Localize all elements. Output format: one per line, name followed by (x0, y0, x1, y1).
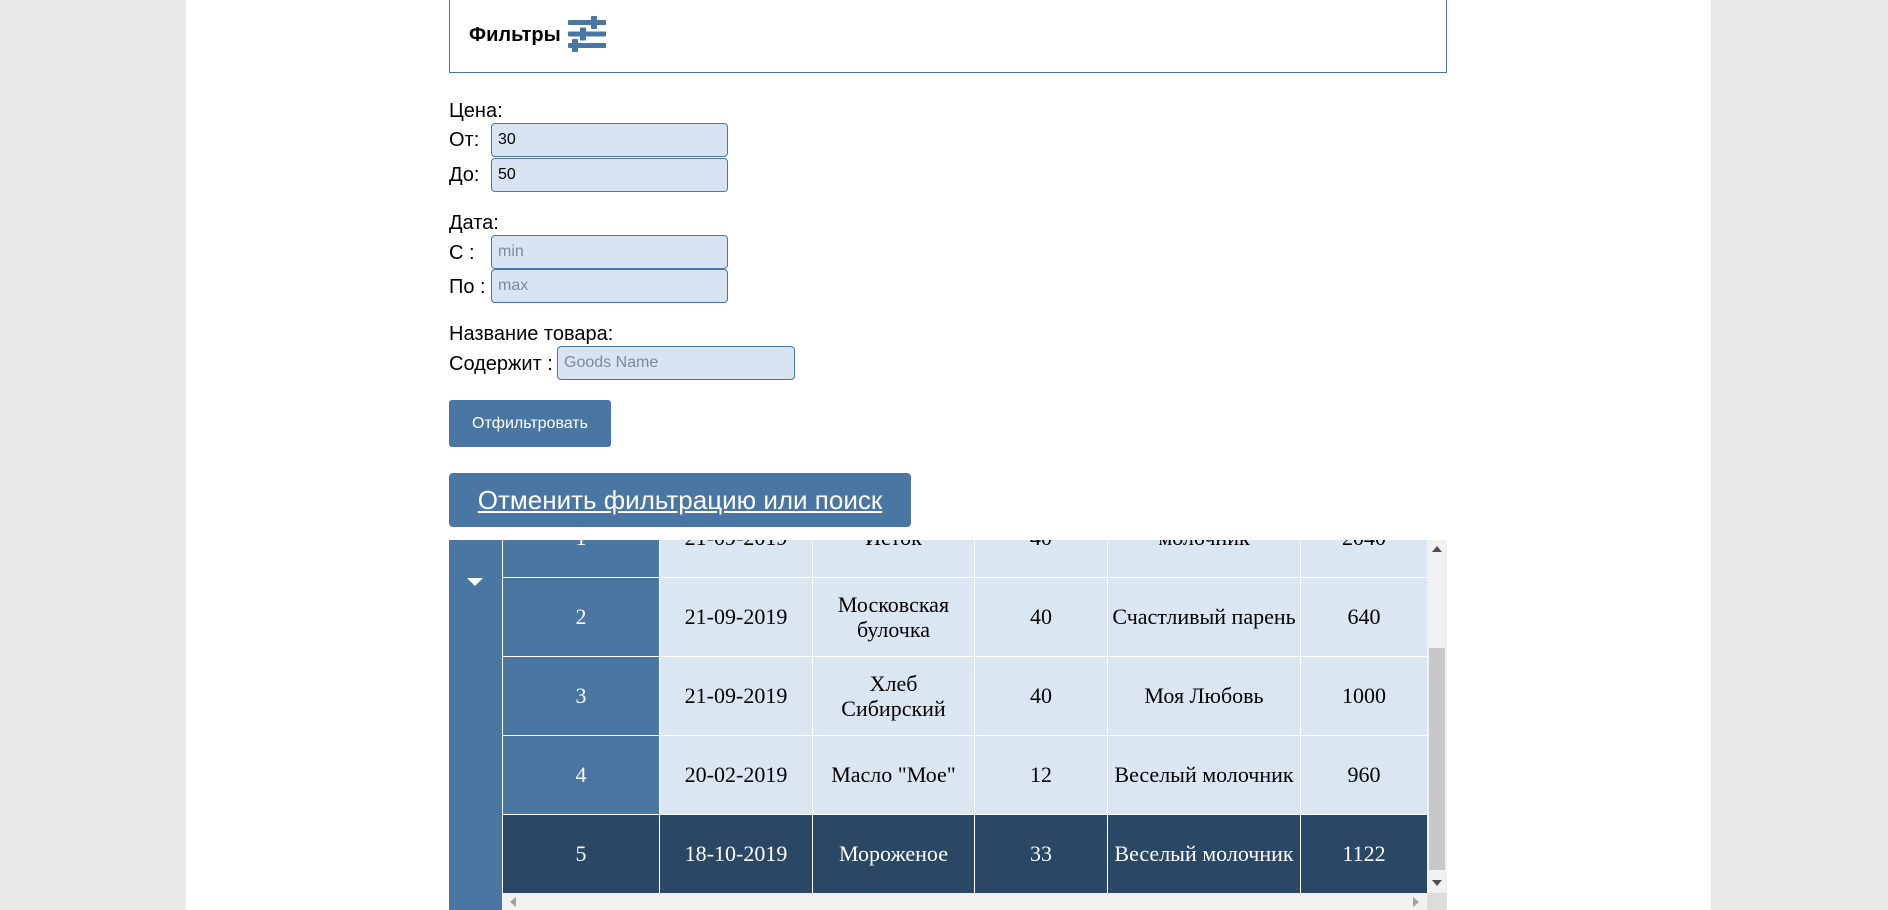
seller-cell: Моя Любовь (1107, 656, 1301, 736)
price-from-input[interactable] (491, 123, 728, 157)
total-cell: 2040 (1300, 540, 1428, 578)
cancel-filter-button[interactable]: Отменить фильтрацию или поиск (449, 473, 911, 527)
scrollbar-corner (1427, 893, 1447, 910)
date-cell: 21-09-2019 (659, 656, 813, 736)
price-cell: 12 (974, 735, 1108, 815)
date-from-input[interactable] (491, 235, 728, 269)
table-row-selected[interactable]: 5 18-10-2019 Мороженое 33 Веселый молочн… (502, 814, 1428, 894)
vertical-scrollbar[interactable] (1427, 540, 1447, 893)
seller-cell: Счастливый парень (1107, 577, 1301, 657)
filters-title: Фильтры (469, 24, 561, 46)
price-cell: 33 (974, 814, 1108, 894)
total-cell: 1122 (1300, 814, 1428, 894)
scroll-down-arrow-icon[interactable] (1432, 880, 1442, 886)
price-cell: 40 (974, 540, 1108, 578)
goods-section-label: Название товара: (449, 323, 614, 345)
row-number-cell: 3 (502, 656, 660, 736)
total-cell: 640 (1300, 577, 1428, 657)
filter-button[interactable]: Отфильтровать (449, 400, 611, 447)
goods-name-cell: Хлеб Сибирский (812, 656, 975, 736)
scroll-left-arrow-icon[interactable] (510, 897, 516, 907)
seller-cell: молочник (1107, 540, 1301, 578)
table-row[interactable]: 2 21-09-2019 Московская булочка 40 Счаст… (502, 577, 1428, 657)
date-section-label: Дата: (449, 212, 499, 234)
table-row[interactable]: 3 21-09-2019 Хлеб Сибирский 40 Моя Любов… (502, 656, 1428, 736)
price-section-label: Цена: (449, 100, 503, 122)
date-cell: 18-10-2019 (659, 814, 813, 894)
price-from-label: От: (449, 129, 480, 151)
date-cell: 20-02-2019 (659, 735, 813, 815)
price-to-label: До: (449, 164, 480, 186)
row-number-cell: 5 (502, 814, 660, 894)
goods-name-cell: Московская булочка (812, 577, 975, 657)
date-from-label: С : (449, 242, 475, 264)
price-to-input[interactable] (491, 158, 728, 192)
price-cell: 40 (974, 577, 1108, 657)
seller-cell: Веселый молочник (1107, 814, 1301, 894)
price-cell: 40 (974, 656, 1108, 736)
row-number-cell: 4 (502, 735, 660, 815)
table-row[interactable]: 4 20-02-2019 Масло "Мое" 12 Веселый моло… (502, 735, 1428, 815)
vertical-scrollbar-thumb[interactable] (1429, 648, 1445, 870)
row-header-column (449, 540, 502, 910)
sliders-icon[interactable] (568, 16, 608, 57)
cancel-filter-link[interactable]: Отменить фильтрацию или поиск (478, 485, 882, 516)
date-cell: 21-09-2019 (659, 540, 813, 578)
goods-contains-label: Содержит : (449, 353, 553, 375)
total-cell: 960 (1300, 735, 1428, 815)
total-cell: 1000 (1300, 656, 1428, 736)
goods-table: 1 21-09-2019 Исток 40 молочник 2040 2 21… (502, 540, 1428, 894)
horizontal-scrollbar[interactable] (502, 893, 1427, 910)
goods-table-container: 1 21-09-2019 Исток 40 молочник 2040 2 21… (449, 540, 1447, 910)
row-number-cell: 1 (502, 540, 660, 578)
goods-name-cell: Исток (812, 540, 975, 578)
date-cell: 21-09-2019 (659, 577, 813, 657)
date-to-label: По : (449, 276, 486, 298)
table-row[interactable]: 1 21-09-2019 Исток 40 молочник 2040 (502, 540, 1428, 578)
goods-name-cell: Масло "Мое" (812, 735, 975, 815)
goods-name-input[interactable] (557, 346, 795, 380)
seller-cell: Веселый молочник (1107, 735, 1301, 815)
filters-panel-header[interactable]: Фильтры (449, 0, 1447, 73)
collapse-arrow-icon[interactable] (467, 578, 483, 586)
goods-name-cell: Мороженое (812, 814, 975, 894)
row-number-cell: 2 (502, 577, 660, 657)
date-to-input[interactable] (491, 269, 728, 303)
scroll-right-arrow-icon[interactable] (1413, 897, 1419, 907)
scroll-up-arrow-icon[interactable] (1432, 546, 1442, 552)
